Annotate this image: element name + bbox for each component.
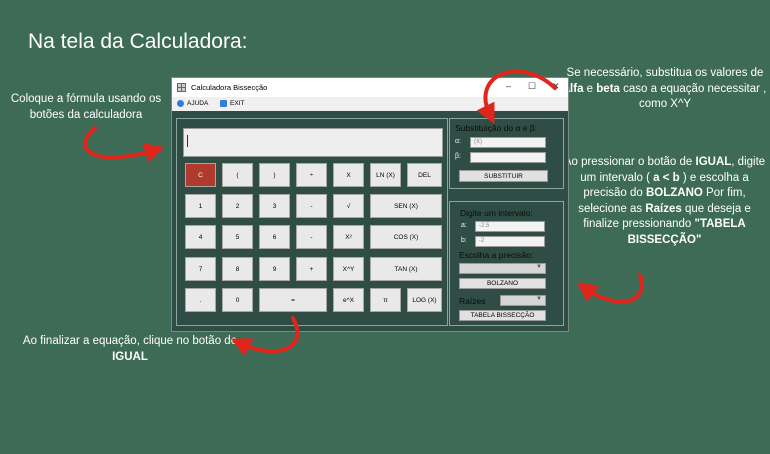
exit-icon [220, 100, 227, 107]
substitution-title: Substituição do α e β: [455, 123, 538, 133]
note-interval: Ao pressionar o botão de IGUAL, digite u… [563, 156, 766, 246]
square-button[interactable]: X² [333, 225, 364, 249]
menu-exit[interactable]: EXIT [220, 100, 244, 107]
roots-select[interactable]: ▼ [500, 295, 546, 306]
maximize-icon[interactable]: ☐ [528, 81, 536, 92]
chevron-down-icon: ▼ [536, 264, 542, 270]
a-input[interactable]: -2.5 [475, 221, 545, 232]
exp-button[interactable]: e^X [333, 288, 364, 312]
window-titlebar: Calculadora Bissecção – ☐ ✕ [172, 78, 568, 97]
interval-panel: Digite um intervalo: a: -2.5 b: -2 Escol… [449, 201, 564, 326]
arrow-to-display [83, 126, 165, 163]
divide-button[interactable]: ÷ [296, 163, 327, 187]
beta-label: β: [455, 153, 461, 160]
digit-4-button[interactable]: 4 [185, 225, 216, 249]
a-label: a: [461, 222, 467, 229]
slide-title: Na tela da Calculadora: [28, 30, 248, 53]
sen-button[interactable]: SEN (X) [370, 194, 442, 218]
calculator-window: Calculadora Bissecção – ☐ ✕ AJUDA EXIT C… [171, 77, 569, 332]
help-icon [177, 100, 184, 107]
b-label: b: [461, 237, 467, 244]
alpha-label: α: [455, 138, 461, 145]
substituir-button[interactable]: SUBSTITUIR [459, 170, 548, 182]
note-substitution: Se necessário, substitua os valores de a… [563, 67, 767, 110]
close-paren-button[interactable]: ) [259, 163, 290, 187]
open-paren-button[interactable]: ( [222, 163, 253, 187]
digit-0-button[interactable]: 0 [222, 288, 253, 312]
substitution-panel: Substituição do α e β: α: (X) β: SUBSTIT… [449, 118, 564, 189]
x-button[interactable]: X [333, 163, 364, 187]
cos-button[interactable]: COS (X) [370, 225, 442, 249]
calculator-panel: C ( ) ÷ X LN (X) DEL 1 2 3 - √ SEN (X) 4… [176, 118, 448, 326]
power-button[interactable]: X^Y [333, 257, 364, 281]
menu-bar: AJUDA EXIT [172, 97, 568, 111]
note-formula: Coloque a fórmula usando os botões da ca… [10, 93, 162, 121]
bolzano-button[interactable]: BOLZANO [459, 278, 546, 289]
del-button[interactable]: DEL [407, 163, 442, 187]
decimal-button[interactable]: . [185, 288, 216, 312]
digit-6-button[interactable]: 6 [259, 225, 290, 249]
chevron-down-icon: ▼ [536, 296, 542, 302]
formula-display[interactable] [183, 128, 443, 157]
digit-5-button[interactable]: 5 [222, 225, 253, 249]
equal-button[interactable]: = [259, 288, 327, 312]
digit-7-button[interactable]: 7 [185, 257, 216, 281]
menu-ajuda[interactable]: AJUDA [177, 100, 208, 107]
arrow-to-interval [576, 273, 644, 304]
tan-button[interactable]: TAN (X) [370, 257, 442, 281]
digit-8-button[interactable]: 8 [222, 257, 253, 281]
text-caret [187, 135, 188, 147]
window-title: Calculadora Bissecção [191, 83, 268, 92]
digit-3-button[interactable]: 3 [259, 194, 290, 218]
pi-button[interactable]: π [370, 288, 401, 312]
digit-1-button[interactable]: 1 [185, 194, 216, 218]
digit-9-button[interactable]: 9 [259, 257, 290, 281]
plus-button[interactable]: + [296, 257, 327, 281]
roots-label: Raízes [459, 296, 486, 306]
calculator-app-icon [177, 83, 186, 92]
beta-input[interactable] [470, 152, 546, 163]
log-button[interactable]: LOG (X) [407, 288, 442, 312]
precision-label: Escolha a precisão: [459, 250, 534, 260]
note-equal: Ao finalizar a equação, clique no botão … [22, 335, 238, 363]
menu-ajuda-label: AJUDA [187, 100, 209, 107]
tabela-bisseccao-button[interactable]: TABELA BISSECÇÃO [459, 310, 546, 321]
menu-exit-label: EXIT [230, 100, 245, 107]
sqrt-button[interactable]: √ [333, 194, 364, 218]
digit-2-button[interactable]: 2 [222, 194, 253, 218]
minimize-icon[interactable]: – [506, 81, 511, 91]
b-input[interactable]: -2 [475, 236, 545, 247]
ln-button[interactable]: LN (X) [370, 163, 401, 187]
clear-button[interactable]: C [185, 163, 216, 187]
subtract-button[interactable]: - [296, 225, 327, 249]
precision-select[interactable]: ▼ [459, 263, 546, 274]
alpha-input[interactable]: (X) [470, 137, 546, 148]
interval-title: Digite um intervalo: [460, 208, 533, 218]
close-icon[interactable]: ✕ [552, 81, 560, 92]
minus-button[interactable]: - [296, 194, 327, 218]
